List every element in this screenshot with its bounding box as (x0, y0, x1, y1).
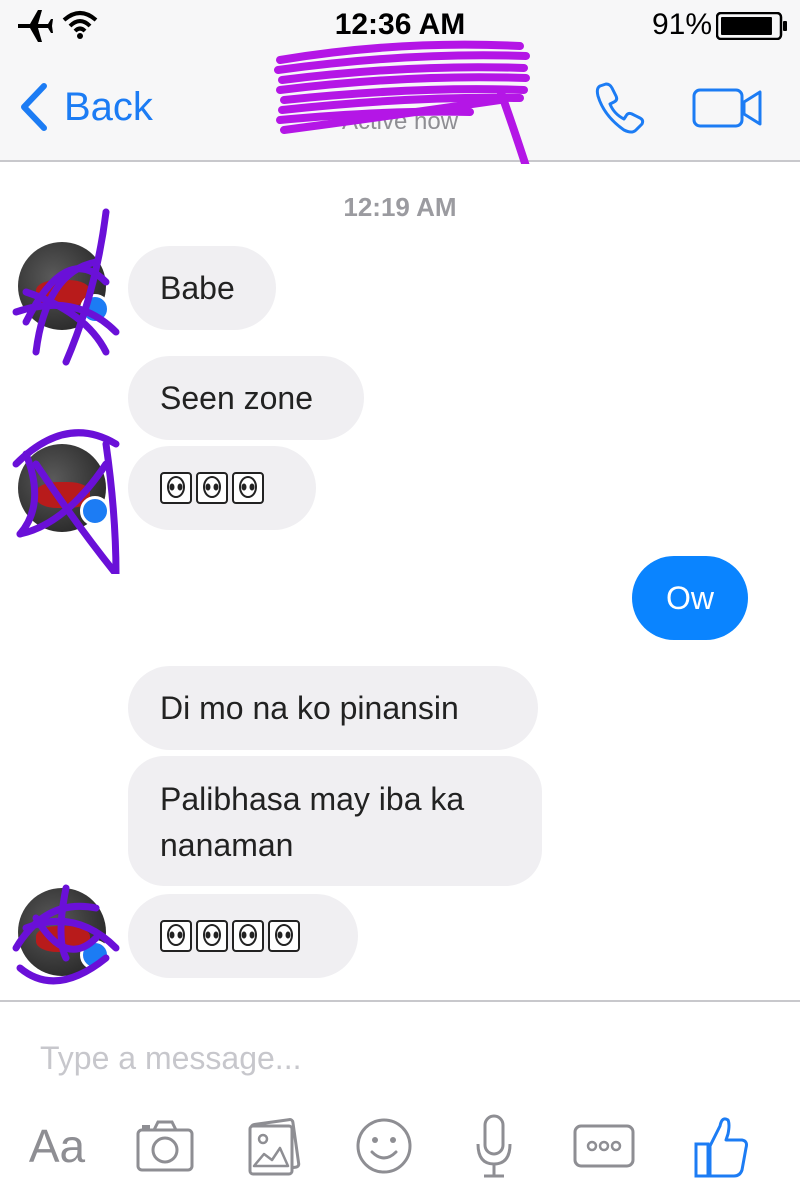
alien-icon (232, 920, 264, 952)
message-input[interactable] (40, 1032, 760, 1084)
message-composer: Aa (0, 1000, 800, 1200)
sent-message[interactable]: Ow (632, 556, 748, 640)
battery-icon (716, 12, 787, 40)
message-timestamp: 12:19 AM (343, 192, 457, 222)
status-bar: 12:36 AM 91% (0, 0, 800, 52)
message-text: Babe (160, 270, 235, 306)
gallery-icon[interactable] (244, 1110, 304, 1182)
phone-icon[interactable] (590, 78, 654, 138)
received-message[interactable]: Palibhasa may iba ka nanaman (128, 756, 542, 886)
received-message[interactable]: Seen zone (128, 356, 364, 440)
message-thread[interactable]: 12:19 AM Babe Seen zone Ow Di mo na ko p… (0, 164, 800, 1000)
received-message[interactable] (128, 894, 358, 978)
more-icon[interactable] (572, 1110, 636, 1182)
camera-icon[interactable] (132, 1110, 198, 1182)
battery-percent: 91% (651, 8, 712, 41)
contact-name[interactable] (250, 66, 550, 106)
like-icon[interactable] (692, 1110, 750, 1182)
received-message[interactable]: Babe (128, 246, 276, 330)
received-message[interactable] (128, 446, 316, 530)
avatar[interactable] (12, 884, 120, 985)
message-text: Seen zone (160, 380, 314, 416)
alien-icon (232, 472, 264, 504)
avatar[interactable] (12, 429, 120, 574)
messenger-badge-icon (80, 294, 110, 324)
text-format-button[interactable]: Aa (22, 1110, 92, 1182)
emoji-row (160, 472, 264, 504)
avatar[interactable] (12, 208, 120, 366)
alien-icon (196, 472, 228, 504)
microphone-icon[interactable] (472, 1110, 516, 1182)
back-label: Back (64, 84, 153, 129)
message-text: Ow (666, 580, 714, 616)
chevron-left-icon (21, 83, 47, 131)
video-camera-icon[interactable] (690, 84, 766, 132)
message-text: Palibhasa may iba ka nanaman (160, 781, 465, 863)
emoji-row (160, 920, 300, 952)
alien-icon (160, 472, 192, 504)
received-message[interactable]: Di mo na ko pinansin (128, 666, 538, 750)
messenger-badge-icon (80, 940, 110, 970)
smiley-icon[interactable] (354, 1110, 414, 1182)
message-text: Di mo na ko pinansin (160, 690, 459, 726)
back-button[interactable]: Back (16, 80, 153, 134)
alien-icon (268, 920, 300, 952)
conversation-header: Back Active now (0, 52, 800, 162)
active-status: Active now (341, 108, 459, 135)
alien-icon (196, 920, 228, 952)
alien-icon (160, 920, 192, 952)
messenger-badge-icon (80, 496, 110, 526)
